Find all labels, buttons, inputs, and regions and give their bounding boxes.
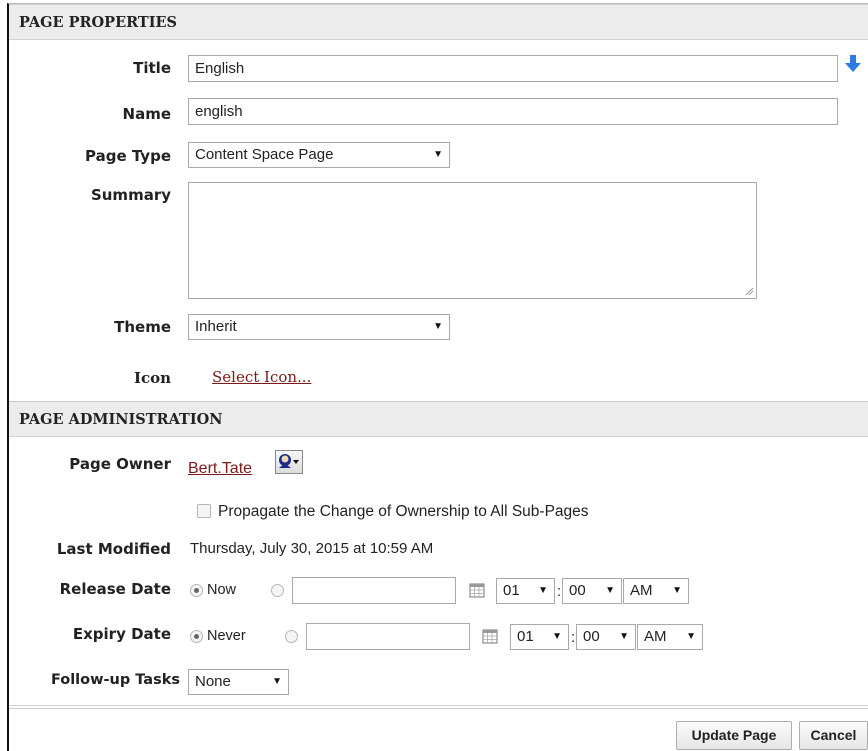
release-now-radio[interactable] [190, 584, 203, 597]
dropdown-arrow-icon: ▼ [686, 631, 696, 642]
resize-handle-icon[interactable] [745, 287, 754, 296]
release-date-input[interactable] [292, 577, 456, 604]
expiry-hour-value: 01 [517, 628, 534, 645]
release-hour-select[interactable]: 01 ▼ [496, 578, 555, 604]
release-ampm-value: AM [630, 582, 653, 599]
followup-tasks-value: None [195, 673, 231, 690]
expiry-never-label: Never [207, 628, 246, 644]
summary-label: Summary [90, 186, 171, 204]
page-type-select[interactable]: Content Space Page ▼ [188, 142, 450, 168]
page-administration-header: PAGE ADMINISTRATION [9, 401, 868, 437]
expiry-ampm-value: AM [644, 628, 667, 645]
footer-divider [9, 705, 868, 706]
theme-label: Theme [114, 318, 171, 336]
expiry-date-input[interactable] [306, 623, 470, 650]
release-ampm-select[interactable]: AM ▼ [623, 578, 689, 604]
followup-tasks-label: Follow-up Tasks [50, 672, 180, 688]
expiry-date-radio[interactable] [285, 630, 298, 643]
expiry-never-radio[interactable] [190, 630, 203, 643]
propagate-checkbox[interactable] [197, 504, 211, 518]
expiry-date-label: Expiry Date [72, 625, 171, 643]
theme-select[interactable]: Inherit ▼ [188, 314, 450, 340]
followup-tasks-select[interactable]: None ▼ [188, 669, 289, 695]
name-label: Name [122, 105, 171, 123]
release-time-separator: : [557, 583, 562, 600]
dropdown-arrow-icon: ▼ [672, 585, 682, 596]
expiry-hour-select[interactable]: 01 ▼ [510, 624, 569, 650]
last-modified-value: Thursday, July 30, 2015 at 10:59 AM [190, 540, 434, 557]
dropdown-arrow-icon: ▼ [272, 676, 282, 687]
icon-label: Icon [133, 369, 171, 387]
theme-value: Inherit [195, 318, 237, 335]
cancel-button[interactable]: Cancel [799, 721, 868, 750]
summary-textarea[interactable] [188, 182, 757, 299]
expiry-ampm-select[interactable]: AM ▼ [637, 624, 703, 650]
release-minute-value: 00 [569, 582, 586, 599]
dropdown-arrow-icon: ▼ [605, 585, 615, 596]
dropdown-arrow-icon: ▼ [619, 631, 629, 642]
footer-divider [9, 708, 868, 709]
page-owner-link[interactable]: Bert.Tate [188, 460, 252, 478]
release-hour-value: 01 [503, 582, 520, 599]
calendar-icon[interactable] [469, 582, 485, 598]
update-page-button[interactable]: Update Page [676, 721, 792, 750]
release-date-label: Release Date [59, 580, 171, 598]
user-picker-icon[interactable] [275, 450, 303, 474]
title-label: Title [133, 59, 171, 77]
dropdown-arrow-icon: ▼ [433, 321, 443, 332]
dropdown-arrow-icon: ▼ [552, 631, 562, 642]
page-type-label: Page Type [85, 147, 171, 165]
release-now-label: Now [207, 582, 237, 598]
release-minute-select[interactable]: 00 ▼ [562, 578, 622, 604]
expiry-minute-value: 00 [583, 628, 600, 645]
dropdown-arrow-icon: ▼ [538, 585, 548, 596]
page-type-value: Content Space Page [195, 146, 334, 163]
arrow-down-icon[interactable] [844, 54, 862, 74]
expiry-time-separator: : [571, 629, 576, 646]
calendar-icon[interactable] [482, 628, 498, 644]
page-owner-label: Page Owner [69, 455, 171, 473]
release-date-radio[interactable] [271, 584, 284, 597]
page-properties-header: PAGE PROPERTIES [9, 4, 868, 40]
dropdown-arrow-icon: ▼ [433, 149, 443, 160]
title-input[interactable]: English [188, 55, 838, 82]
last-modified-label: Last Modified [56, 540, 171, 558]
name-input[interactable]: english [188, 98, 838, 125]
expiry-minute-select[interactable]: 00 ▼ [576, 624, 636, 650]
propagate-label: Propagate the Change of Ownership to All… [218, 503, 589, 520]
select-icon-link[interactable]: Select Icon... [212, 368, 311, 386]
